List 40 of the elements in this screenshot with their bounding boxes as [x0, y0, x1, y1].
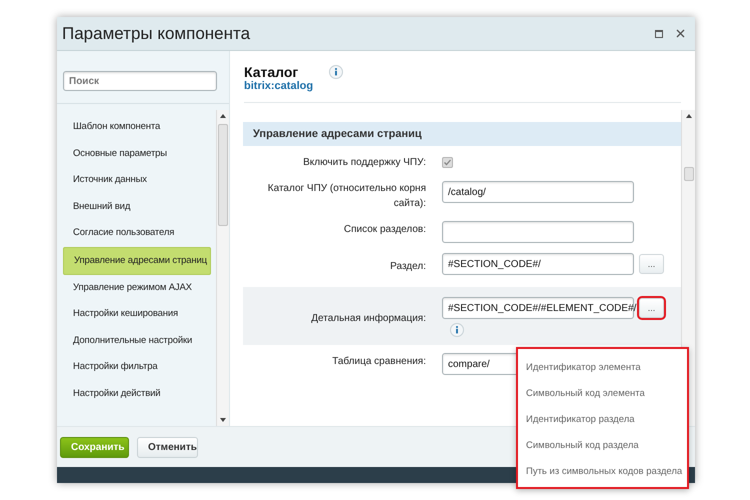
search-field[interactable]: Поиск [63, 71, 217, 91]
more-button[interactable]: ... [639, 254, 664, 274]
menu-item[interactable]: Символьный код элемента [526, 380, 687, 406]
menu-item[interactable]: Идентификатор элемента [526, 354, 687, 380]
window-title: Параметры компонента [62, 24, 252, 44]
close-icon[interactable] [676, 29, 685, 38]
sidebar-item[interactable]: Управление адресами страниц [63, 246, 211, 274]
sidebar-item[interactable]: Управление режимом AJAX [63, 274, 211, 301]
menu-item[interactable]: Идентификатор раздела [526, 406, 687, 432]
input-field[interactable]: #SECTION_CODE#/ [442, 253, 634, 275]
field-label: Раздел: [389, 260, 426, 274]
component-code: bitrix:catalog [244, 80, 314, 92]
field-label: Таблица сравнения: [331, 355, 426, 369]
field-label: Включить поддержку ЧПУ: [302, 156, 426, 170]
input-field[interactable]: /catalog/ [442, 181, 634, 203]
menu-item[interactable]: Символьный код раздела [526, 432, 687, 458]
field-label: Каталог ЧПУ (относительно корня сайта): [266, 182, 426, 211]
sidebar-item[interactable]: Внешний вид [63, 194, 211, 220]
more-button[interactable]: ... [639, 298, 664, 318]
scrollbar[interactable] [216, 110, 229, 426]
info-icon[interactable] [450, 323, 464, 337]
sidebar-item[interactable]: Основные параметры [63, 140, 211, 167]
checkbox[interactable] [442, 157, 453, 168]
sidebar-item[interactable]: Настройки кеширования [63, 301, 211, 328]
cancel-button[interactable]: Отменить [137, 436, 198, 458]
field-label: Список разделов: [342, 223, 426, 237]
input-field[interactable] [442, 221, 634, 243]
field-label: Детальная информация: [310, 312, 426, 326]
section-header: Управление адресами страниц [243, 122, 681, 146]
input-field[interactable]: #SECTION_CODE#/#ELEMENT_CODE#/ [442, 297, 634, 319]
maximize-icon[interactable] [654, 28, 664, 38]
info-icon[interactable] [329, 65, 344, 79]
sidebar-item[interactable]: Шаблон компонента [63, 114, 211, 140]
sidebar-item[interactable]: Источник данных [63, 167, 211, 194]
sidebar-item[interactable]: Согласие пользователя [63, 220, 211, 246]
sidebar-item[interactable]: Дополнительные настройки [63, 328, 211, 354]
menu-item[interactable]: Путь из символьных кодов раздела [526, 458, 687, 484]
sidebar-item[interactable]: Настройки фильтра [63, 354, 211, 380]
component-name: Каталог [244, 64, 300, 80]
sidebar-item[interactable]: Настройки действий [63, 380, 211, 407]
